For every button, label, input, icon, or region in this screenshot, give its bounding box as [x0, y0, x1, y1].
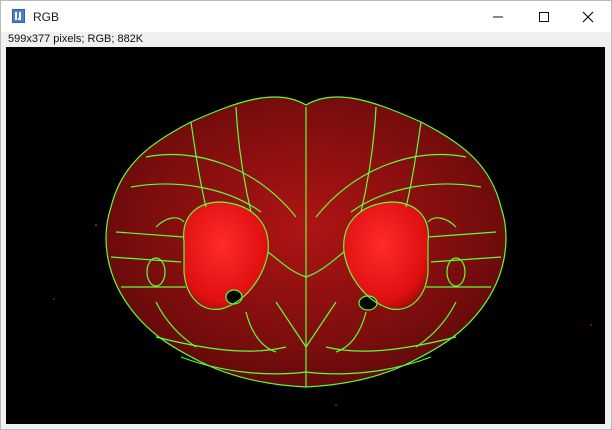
- maximize-button[interactable]: [521, 1, 567, 32]
- close-button[interactable]: [565, 1, 611, 32]
- window-title: RGB: [33, 10, 60, 24]
- title-bar[interactable]: RGB: [1, 1, 611, 32]
- maximize-icon: [539, 11, 549, 22]
- image-canvas[interactable]: [6, 47, 605, 424]
- minimize-button[interactable]: [475, 1, 521, 32]
- left-ventricle: [225, 289, 243, 305]
- right-ventricle: [358, 295, 378, 311]
- close-icon: [582, 11, 594, 22]
- brain-section-image: [6, 47, 605, 424]
- imagej-window: RGB 599x377 pixels; RGB; 882K: [0, 0, 612, 430]
- imagej-icon: [12, 9, 25, 23]
- minimize-icon: [493, 16, 503, 17]
- image-info-text: 599x377 pixels; RGB; 882K: [8, 33, 144, 45]
